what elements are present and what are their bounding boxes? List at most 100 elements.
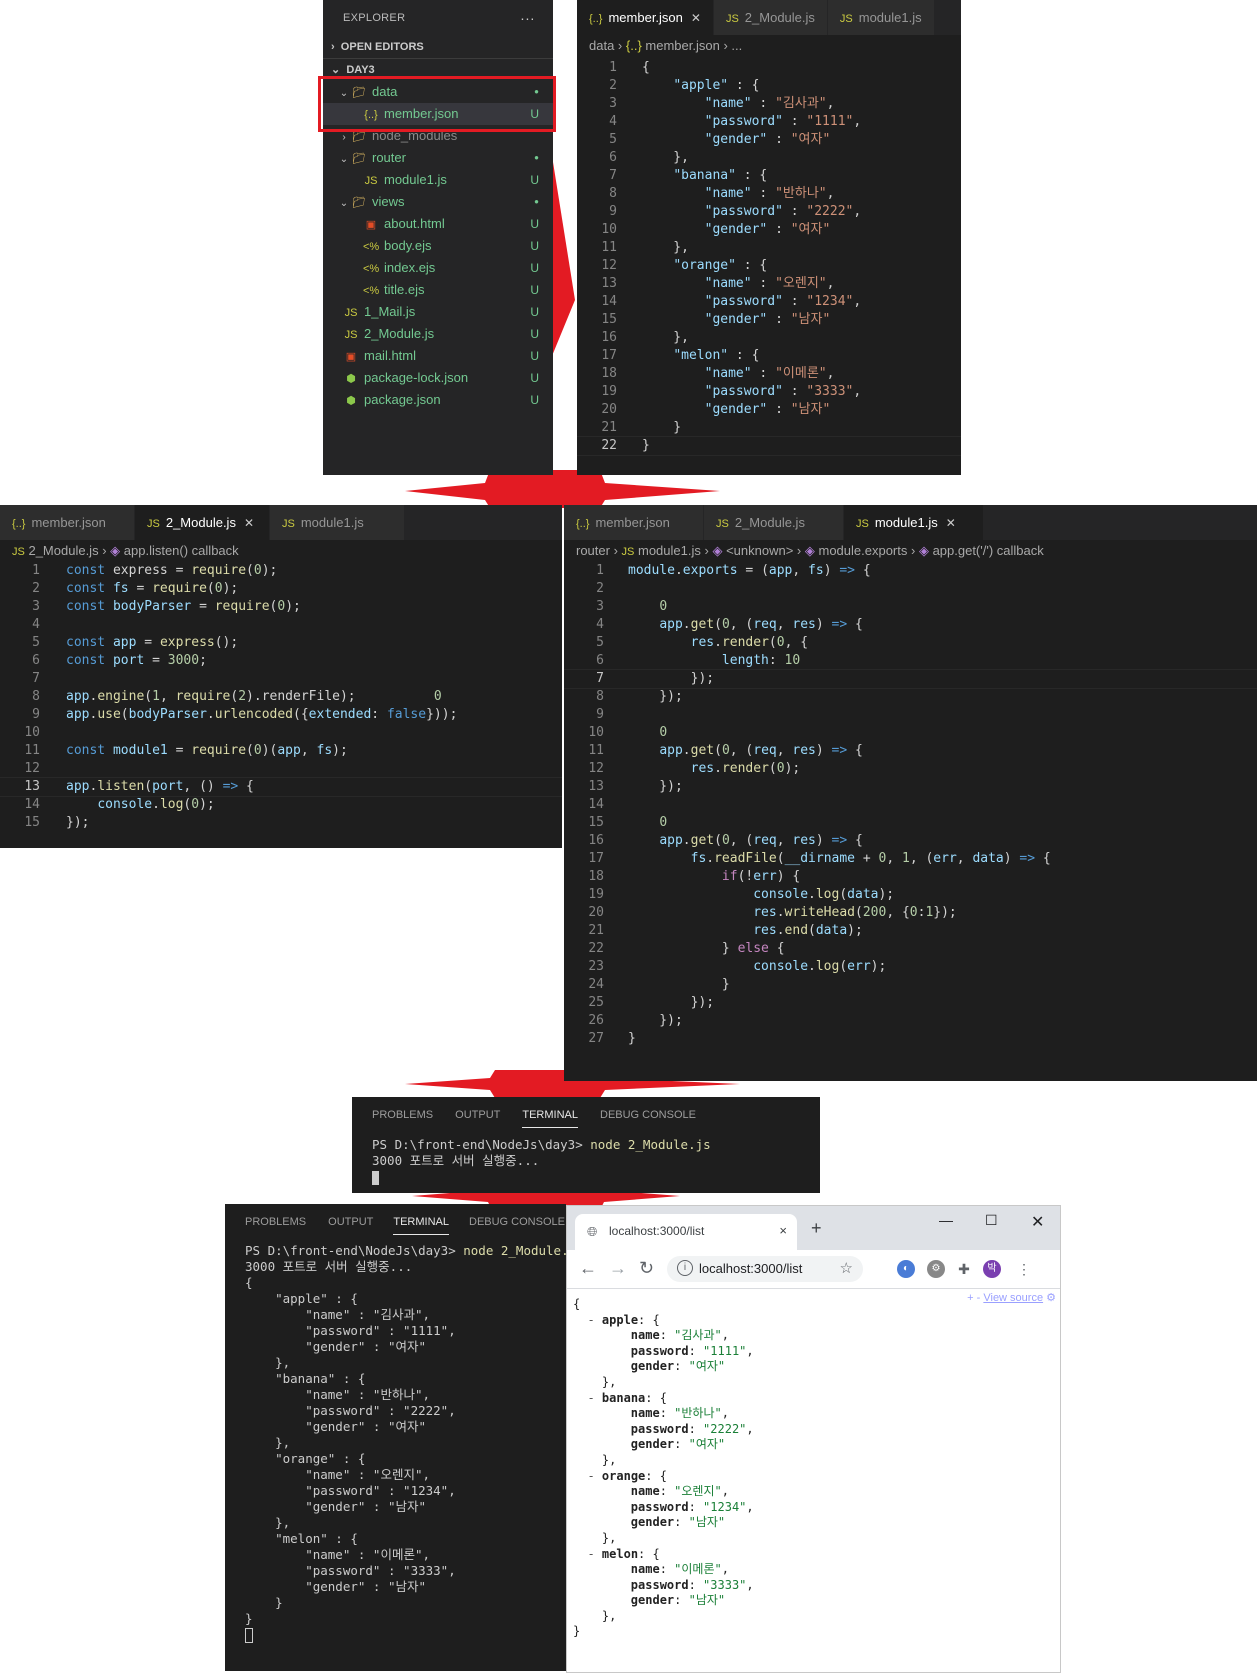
code-line[interactable]: 1 module.exports = (app, fs) => { (564, 562, 1257, 580)
code-line[interactable]: 9 "password" : "2222", (577, 203, 961, 221)
code-line[interactable]: 13 "name" : "오렌지", (577, 275, 961, 293)
code-line[interactable]: 6 const port = 3000; (0, 652, 562, 670)
code-line[interactable]: 24 } (564, 976, 1257, 994)
more-actions-icon[interactable]: ··· (520, 0, 535, 36)
tree-item-1-mail-js[interactable]: JS 1_Mail.js U (323, 301, 553, 323)
breadcrumb-item[interactable]: module1.js (638, 543, 701, 558)
puzzle-icon[interactable]: ✚ (955, 1260, 973, 1278)
code-line[interactable]: 25 }); (564, 994, 1257, 1012)
tree-item-package-lock-json[interactable]: ⬢ package-lock.json U (323, 367, 553, 389)
module-code[interactable]: 1 const express = require(0); 2 const fs = … (0, 562, 562, 832)
tree-item-body-ejs[interactable]: <% body.ejs U (323, 235, 553, 257)
back-icon[interactable]: ← (579, 1258, 597, 1279)
code-line[interactable]: 18 "name" : "이메론", (577, 365, 961, 383)
menu-kebab-icon[interactable]: ⋮ (1015, 1260, 1033, 1278)
code-line[interactable]: 6 length: 10 (564, 652, 1257, 670)
code-line[interactable]: 10 (0, 724, 562, 742)
code-line[interactable]: 21 } (577, 419, 961, 437)
code-line[interactable]: 19 "password" : "3333", (577, 383, 961, 401)
tree-item-title-ejs[interactable]: <% title.ejs U (323, 279, 553, 301)
browser-tab[interactable]: 🌐︎ localhost:3000/list × (575, 1214, 797, 1250)
tab-member-json[interactable]: {..} member.json (564, 505, 704, 540)
code-line[interactable]: 1 const express = require(0); (0, 562, 562, 580)
code-line[interactable]: 5 const app = express(); (0, 634, 562, 652)
code-line[interactable]: 22 } else { (564, 940, 1257, 958)
code-line[interactable]: 14 (564, 796, 1257, 814)
extension-icon[interactable]: ◐ (897, 1260, 915, 1278)
tab-2-module-js[interactable]: JS 2_Module.js (704, 505, 844, 540)
module1-code[interactable]: 1 module.exports = (app, fs) => {2 3 04 ap… (564, 562, 1257, 1048)
tab-member-json[interactable]: {..} member.json ✕ (577, 0, 714, 35)
breadcrumb-item[interactable]: <unknown> (726, 543, 793, 558)
code-line[interactable]: 6 }, (577, 149, 961, 167)
tab-debug-console[interactable]: DEBUG CONSOLE (600, 1097, 696, 1133)
tree-item-index-ejs[interactable]: <% index.ejs U (323, 257, 553, 279)
chevron-down-icon[interactable]: ⌄ (337, 193, 351, 215)
tab-problems[interactable]: PROBLEMS (245, 1204, 306, 1240)
code-line[interactable]: 7 }); (564, 669, 1257, 689)
code-line[interactable]: 10 0 (564, 724, 1257, 742)
code-line[interactable]: 13 app.listen(port, () => { (0, 777, 562, 797)
breadcrumb-item[interactable]: 2_Module.js (28, 543, 98, 558)
close-tab-icon[interactable]: × (779, 1223, 787, 1238)
forward-icon[interactable]: → (609, 1258, 627, 1279)
minimize-icon[interactable]: — (939, 1212, 953, 1228)
breadcrumb-item[interactable]: app.listen() callback (124, 543, 239, 558)
tree-item-2-module-js[interactable]: JS 2_Module.js U (323, 323, 553, 345)
code-line[interactable]: 26 }); (564, 1012, 1257, 1030)
code-line[interactable]: 27} (564, 1030, 1257, 1048)
code-line[interactable]: 17 fs.readFile(__dirname + 0, 1, (err, d… (564, 850, 1257, 868)
code-line[interactable]: 13 }); (564, 778, 1257, 796)
code-line[interactable]: 3 const bodyParser = require(0); (0, 598, 562, 616)
code-line[interactable]: 23 console.log(err); (564, 958, 1257, 976)
tab-terminal[interactable]: TERMINAL (393, 1210, 449, 1235)
open-editors-section[interactable]: › OPEN EDITORS (323, 36, 553, 58)
tree-item-views[interactable]: ⌄ 📁︎ views ● (323, 191, 553, 213)
code-line[interactable]: 7 (0, 670, 562, 688)
address-bar[interactable]: i localhost:3000/list ☆ (667, 1256, 863, 1282)
extension-gear-icon[interactable]: ⚙ (927, 1260, 945, 1278)
tab-module1-js[interactable]: JS module1.js (827, 0, 935, 35)
code-line[interactable]: 4 (0, 616, 562, 634)
breadcrumb-item[interactable]: module.exports (818, 543, 907, 558)
code-line[interactable]: 18 if(!err) { (564, 868, 1257, 886)
code-line[interactable]: 8 "name" : "반하나", (577, 185, 961, 203)
maximize-icon[interactable]: ☐ (985, 1212, 998, 1229)
code-line[interactable]: 15 0 (564, 814, 1257, 832)
code-line[interactable]: 16 }, (577, 329, 961, 347)
chevron-down-icon[interactable]: ⌄ (337, 149, 351, 171)
code-line[interactable]: 2 const fs = require(0); (0, 580, 562, 598)
code-line[interactable]: 16 app.get(0, (req, res) => { (564, 832, 1257, 850)
breadcrumb-item[interactable]: data (589, 38, 614, 53)
code-line[interactable]: 21 res.end(data); (564, 922, 1257, 940)
code-line[interactable]: 20 res.writeHead(200, {0:1}); (564, 904, 1257, 922)
code-line[interactable]: 12 (0, 760, 562, 778)
tree-item-router[interactable]: ⌄ 📁︎ router ● (323, 147, 553, 169)
tree-item-mail-html[interactable]: ▣ mail.html U (323, 345, 553, 367)
code-line[interactable]: 2 (564, 580, 1257, 598)
close-icon[interactable]: ✕ (691, 11, 701, 25)
tab-module1-js[interactable]: JS module1.js (270, 505, 405, 540)
view-source-label[interactable]: View source (983, 1292, 1043, 1304)
bookmark-star-icon[interactable]: ☆ (840, 1259, 853, 1277)
tab-terminal[interactable]: TERMINAL (522, 1103, 578, 1128)
tree-item-about-html[interactable]: ▣ about.html U (323, 213, 553, 235)
breadcrumb-item[interactable]: router (576, 543, 610, 558)
code-line[interactable]: 5 "gender" : "여자" (577, 131, 961, 149)
code-line[interactable]: 8 }); (564, 688, 1257, 706)
reload-icon[interactable]: ↻ (639, 1258, 654, 1279)
tab-2-module-js[interactable]: JS 2_Module.js ✕ (135, 505, 270, 540)
code-line[interactable]: 4 "password" : "1111", (577, 113, 961, 131)
code-line[interactable]: 14 "password" : "1234", (577, 293, 961, 311)
code-line[interactable]: 11 }, (577, 239, 961, 257)
breadcrumb-item[interactable]: app.get('/') callback (933, 543, 1044, 558)
breadcrumb-item[interactable]: member.json (645, 38, 719, 53)
terminal-output[interactable]: PS D:\front-end\NodeJs\day3> node 2_Modu… (352, 1137, 820, 1185)
code-line[interactable]: 14 console.log(0); (0, 796, 562, 814)
close-icon[interactable]: ✕ (946, 516, 956, 530)
new-tab-button[interactable]: + (811, 1218, 822, 1239)
code-line[interactable]: 10 "gender" : "여자" (577, 221, 961, 239)
code-line[interactable]: 19 console.log(data); (564, 886, 1257, 904)
code-line[interactable]: 9 app.use(bodyParser.urlencoded({extended… (0, 706, 562, 724)
code-line[interactable]: 3 "name" : "김사과", (577, 95, 961, 113)
